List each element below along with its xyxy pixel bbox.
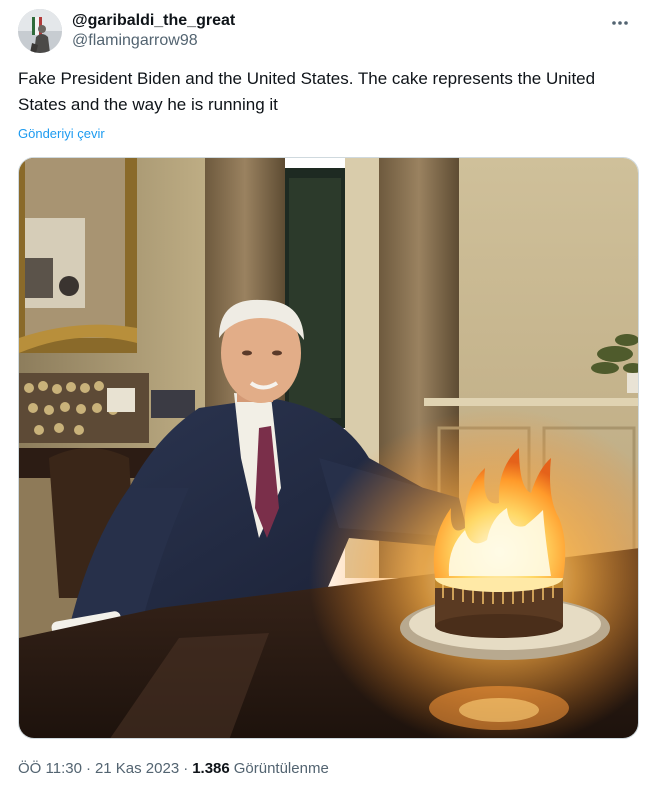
- tweet-header: @garibaldi_the_great @flamingarrow98: [18, 8, 644, 54]
- display-name[interactable]: @garibaldi_the_great: [72, 11, 235, 31]
- meta-separator: ·: [183, 760, 189, 777]
- tweet: @garibaldi_the_great @flamingarrow98 Fak…: [0, 0, 656, 791]
- translate-post-link[interactable]: Gönderiyi çevir: [18, 126, 105, 141]
- tweet-metadata: ÖÖ 11:30 · 21 Kas 2023 · 1.386 Görüntüle…: [18, 760, 329, 777]
- tweet-date[interactable]: 21 Kas 2023: [95, 760, 179, 777]
- tweet-photo[interactable]: [18, 157, 639, 739]
- more-dots-icon[interactable]: [606, 12, 634, 34]
- author-names: @garibaldi_the_great @flamingarrow98: [72, 11, 235, 51]
- tweet-text: Fake President Biden and the United Stat…: [18, 69, 596, 114]
- tweet-time[interactable]: ÖÖ 11:30: [18, 760, 82, 777]
- avatar[interactable]: [18, 9, 62, 53]
- views-label: Görüntülenme: [233, 760, 329, 777]
- meta-separator: ·: [85, 760, 91, 777]
- views-count[interactable]: 1.386: [192, 760, 230, 777]
- user-handle[interactable]: @flamingarrow98: [72, 31, 235, 51]
